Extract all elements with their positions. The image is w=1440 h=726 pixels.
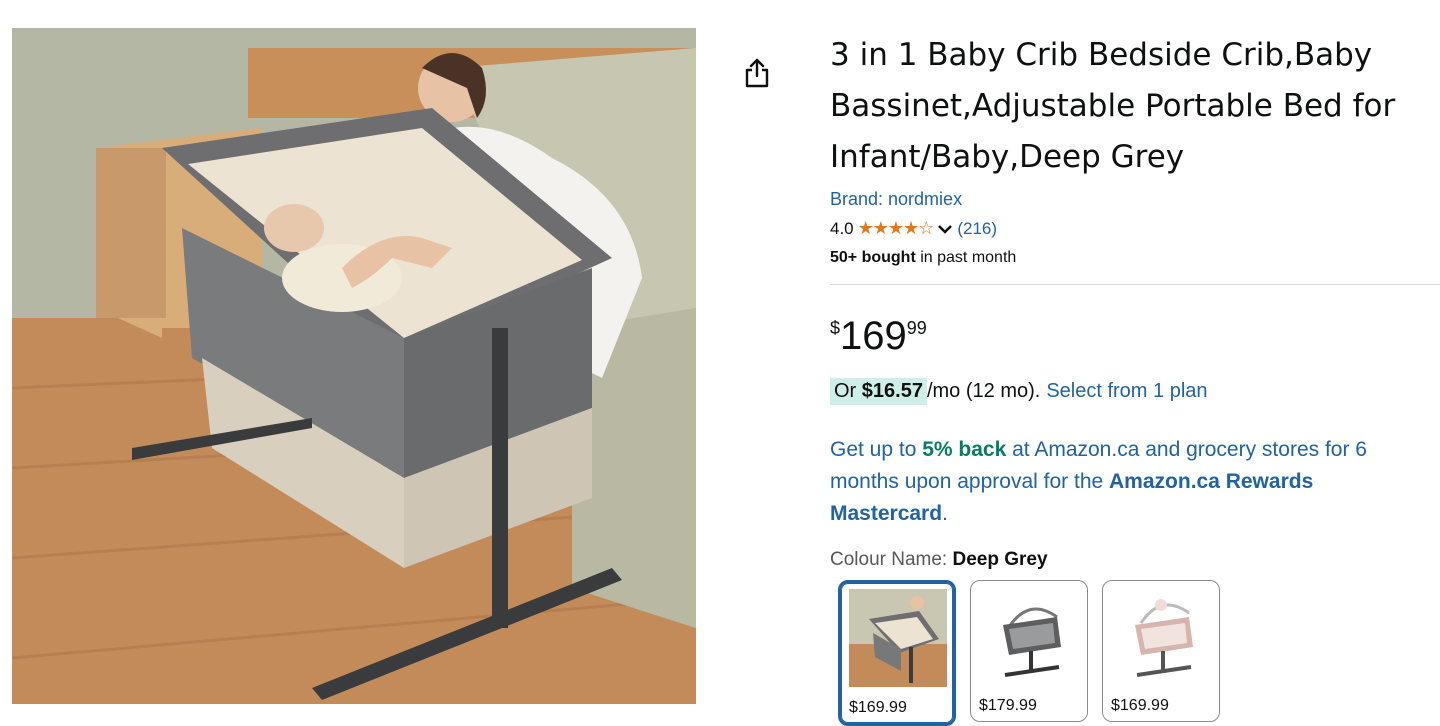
product-main-image[interactable] — [12, 28, 696, 704]
swatch-deep-grey[interactable]: $169.99 — [838, 580, 956, 726]
installment-offer: Or $16.57 /mo (12 mo). Select from 1 pla… — [830, 378, 1208, 405]
rewards-line-1: Get up to 5% back at Amazon.ca and groce… — [830, 434, 1440, 466]
swatch-pink[interactable]: $169.99 — [1102, 580, 1220, 722]
price-fraction: 99 — [906, 318, 927, 338]
price: $ 169 99 — [830, 312, 927, 360]
product-title: 3 in 1 Baby Crib Bedside Crib,Baby Bassi… — [830, 37, 1396, 175]
bought-suffix: in past month — [915, 249, 1017, 266]
installment-amount: $16.57 — [861, 380, 923, 402]
rewards-text-1: Get up to — [830, 438, 923, 461]
divider — [830, 284, 1440, 285]
installment-highlight: Or $16.57 — [830, 378, 927, 405]
rewards-card-name-2: Mastercard — [830, 502, 943, 525]
colour-label-text: Colour Name: — [830, 549, 953, 570]
bought-in-past-month: 50+ bought in past month — [830, 249, 1440, 267]
price-symbol: $ — [830, 318, 841, 338]
bought-count: 50+ bought — [830, 249, 916, 266]
share-icon — [745, 58, 769, 88]
rewards-period: . — [942, 502, 948, 525]
rewards-offer[interactable]: Get up to 5% back at Amazon.ca and groce… — [830, 434, 1440, 530]
rating-row: 4.0 ★★★★☆ (216) — [830, 218, 1440, 239]
rewards-percent: 5% back — [922, 438, 1007, 461]
chevron-down-icon[interactable] — [937, 223, 953, 235]
installment-suffix: /mo (12 mo). — [926, 380, 1041, 402]
installment-prefix: Or — [834, 380, 862, 402]
star-rating-icon[interactable]: ★★★★☆ — [858, 218, 935, 239]
product-details: 3 in 1 Baby Crib Bedside Crib,Baby Bassi… — [830, 30, 1440, 267]
swatch-grey[interactable]: $179.99 — [970, 580, 1088, 722]
review-count-link[interactable]: (216) — [957, 219, 997, 239]
swatch-deep-grey-image — [849, 589, 947, 687]
rating-value: 4.0 — [830, 218, 854, 238]
rewards-card-name: Amazon.ca Rewards — [1109, 470, 1314, 493]
colour-selected-value: Deep Grey — [952, 549, 1048, 570]
rewards-text-2: at Amazon.ca and grocery stores for 6 — [1006, 438, 1367, 461]
colour-name-label: Colour Name: Deep Grey — [830, 549, 1048, 571]
rewards-line-2: months upon approval for the Amazon.ca R… — [830, 466, 1440, 498]
colour-swatches: $169.99 $179.99 $169.99 — [838, 580, 1220, 726]
rewards-line-3: Mastercard. — [830, 498, 1440, 530]
share-button[interactable] — [738, 54, 776, 92]
swatch-grey-image — [979, 587, 1077, 685]
brand-link[interactable]: Brand: nordmiex — [830, 189, 962, 210]
crib-photo — [12, 28, 696, 704]
select-plan-link[interactable]: Select from 1 plan — [1046, 380, 1207, 403]
swatch-pink-image — [1111, 587, 1209, 685]
rewards-text-3: months upon approval for the — [830, 470, 1110, 493]
swatch-price: $169.99 — [1111, 697, 1169, 714]
swatch-price: $179.99 — [979, 697, 1037, 714]
price-whole: 169 — [840, 314, 907, 358]
swatch-price: $169.99 — [849, 699, 907, 716]
